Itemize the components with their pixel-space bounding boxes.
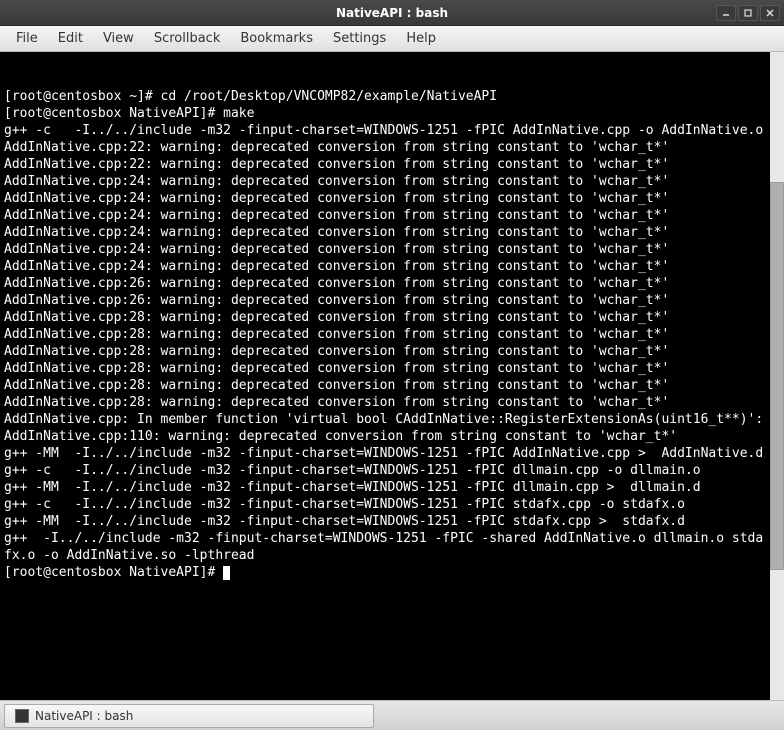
menu-bookmarks[interactable]: Bookmarks <box>230 28 323 49</box>
window-controls <box>716 5 780 21</box>
terminal-line: AddInNative.cpp:26: warning: deprecated … <box>4 293 669 308</box>
terminal-scrollbar[interactable] <box>770 52 784 700</box>
maximize-button[interactable] <box>738 5 758 21</box>
terminal-line: g++ -I../../include -m32 -finput-charset… <box>4 531 763 563</box>
terminal-line: [root@centosbox NativeAPI]# make <box>4 106 254 121</box>
terminal-line: AddInNative.cpp:28: warning: deprecated … <box>4 378 669 393</box>
menu-help[interactable]: Help <box>396 28 446 49</box>
terminal-line: AddInNative.cpp:24: warning: deprecated … <box>4 191 669 206</box>
terminal-line: g++ -MM -I../../include -m32 -finput-cha… <box>4 446 763 461</box>
menu-file[interactable]: File <box>6 28 48 49</box>
taskbar-item-label: NativeAPI : bash <box>35 709 133 723</box>
minimize-icon <box>721 8 731 18</box>
titlebar: NativeAPI : bash <box>0 0 784 26</box>
taskbar-item-terminal[interactable]: NativeAPI : bash <box>4 704 374 728</box>
terminal-line: AddInNative.cpp:22: warning: deprecated … <box>4 157 669 172</box>
terminal-line: AddInNative.cpp:24: warning: deprecated … <box>4 208 669 223</box>
terminal-line: AddInNative.cpp:22: warning: deprecated … <box>4 140 669 155</box>
terminal-line: g++ -c -I../../include -m32 -finput-char… <box>4 463 701 478</box>
terminal-content: [root@centosbox ~]# cd /root/Desktop/VNC… <box>4 88 780 581</box>
terminal-scrollbar-thumb[interactable] <box>770 182 784 571</box>
menu-scrollback[interactable]: Scrollback <box>144 28 231 49</box>
menu-edit[interactable]: Edit <box>48 28 93 49</box>
close-button[interactable] <box>760 5 780 21</box>
menu-settings[interactable]: Settings <box>323 28 396 49</box>
terminal-line: g++ -c -I../../include -m32 -finput-char… <box>4 123 763 138</box>
terminal-line: AddInNative.cpp:24: warning: deprecated … <box>4 259 669 274</box>
terminal-line: g++ -MM -I../../include -m32 -finput-cha… <box>4 480 701 495</box>
terminal-line: [root@centosbox ~]# cd /root/Desktop/VNC… <box>4 89 497 104</box>
taskbar: NativeAPI : bash <box>0 700 784 730</box>
terminal-line: AddInNative.cpp:110: warning: deprecated… <box>4 429 677 444</box>
minimize-button[interactable] <box>716 5 736 21</box>
maximize-icon <box>743 8 753 18</box>
terminal-line: AddInNative.cpp:28: warning: deprecated … <box>4 395 669 410</box>
terminal[interactable]: [root@centosbox ~]# cd /root/Desktop/VNC… <box>0 52 784 700</box>
terminal-line: g++ -c -I../../include -m32 -finput-char… <box>4 497 685 512</box>
terminal-line: [root@centosbox NativeAPI]# <box>4 565 223 580</box>
menu-view[interactable]: View <box>93 28 144 49</box>
close-icon <box>765 8 775 18</box>
terminal-line: AddInNative.cpp:28: warning: deprecated … <box>4 344 669 359</box>
terminal-line: AddInNative.cpp:28: warning: deprecated … <box>4 327 669 342</box>
terminal-line: AddInNative.cpp:28: warning: deprecated … <box>4 310 669 325</box>
terminal-cursor <box>223 566 230 580</box>
terminal-line: AddInNative.cpp: In member function 'vir… <box>4 412 763 427</box>
terminal-line: AddInNative.cpp:28: warning: deprecated … <box>4 361 669 376</box>
window-title: NativeAPI : bash <box>336 6 448 20</box>
terminal-line: AddInNative.cpp:26: warning: deprecated … <box>4 276 669 291</box>
terminal-icon <box>15 709 29 723</box>
terminal-line: AddInNative.cpp:24: warning: deprecated … <box>4 174 669 189</box>
terminal-line: g++ -MM -I../../include -m32 -finput-cha… <box>4 514 685 529</box>
menubar: File Edit View Scrollback Bookmarks Sett… <box>0 26 784 52</box>
terminal-line: AddInNative.cpp:24: warning: deprecated … <box>4 225 669 240</box>
terminal-line: AddInNative.cpp:24: warning: deprecated … <box>4 242 669 257</box>
